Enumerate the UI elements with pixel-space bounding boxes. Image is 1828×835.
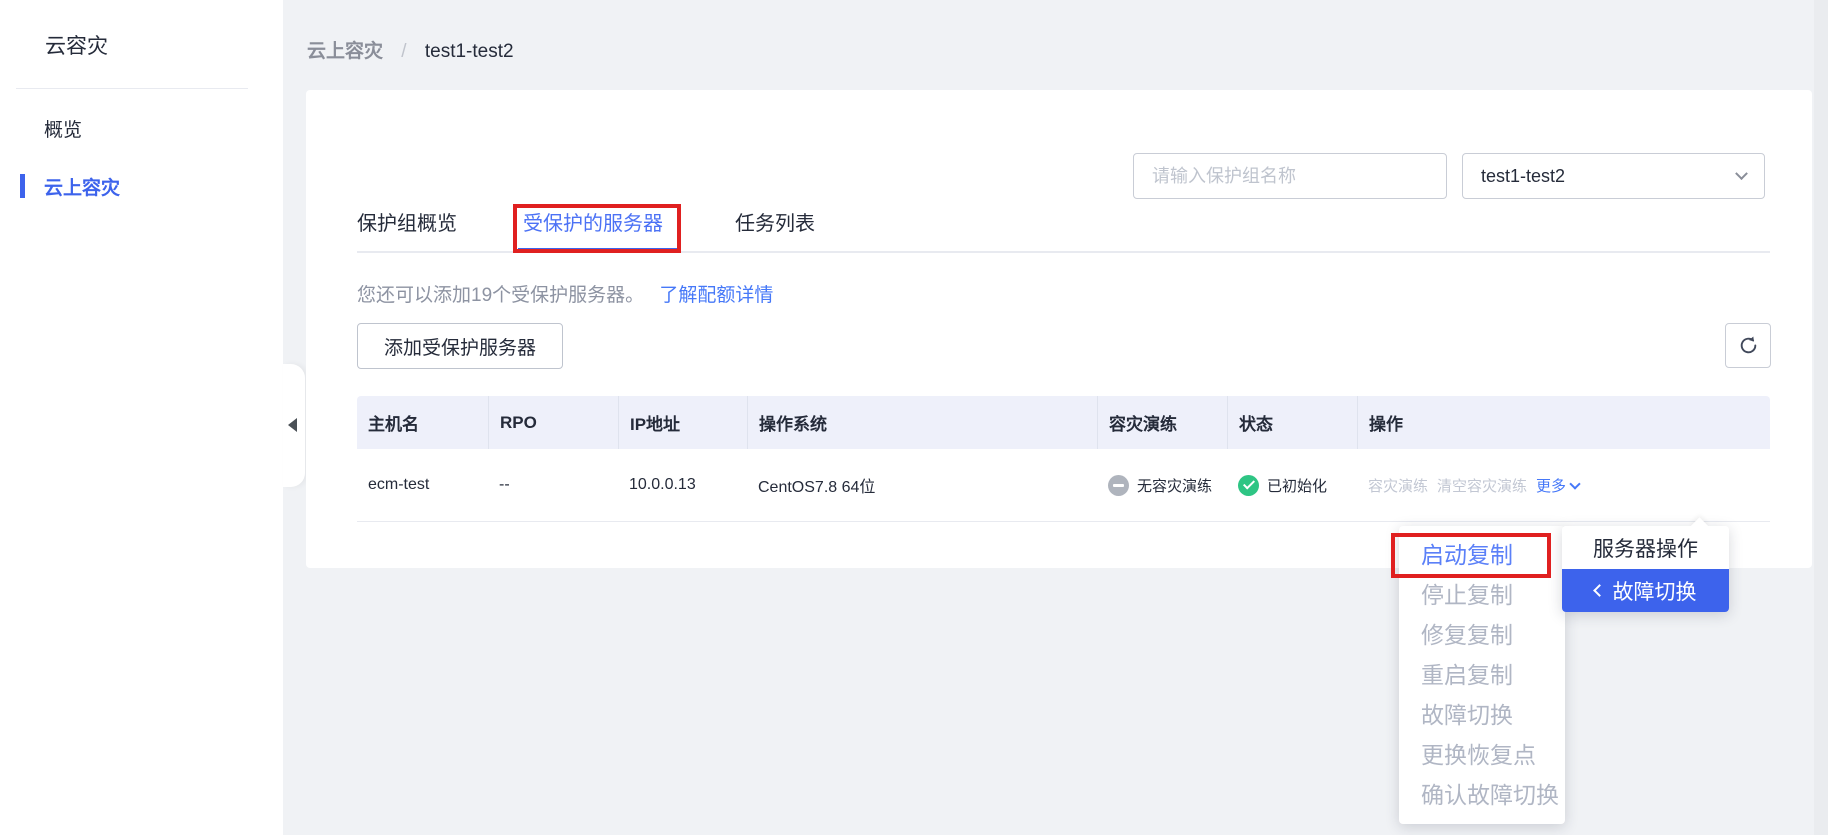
menu-item-server-operation[interactable]: 服务器操作 — [1562, 526, 1729, 569]
column-header-ip: IP地址 — [618, 396, 747, 449]
op-clear-drill-link[interactable]: 清空容灾演练 — [1437, 475, 1527, 496]
table-row: ecm-test -- 10.0.0.13 CentOS7.8 64位 无容灾演… — [357, 449, 1770, 522]
refresh-icon — [1740, 336, 1756, 354]
menu-item-confirm-failover[interactable]: 确认故障切换 — [1399, 775, 1565, 815]
column-header-operation: 操作 — [1357, 396, 1770, 449]
search-input[interactable] — [1133, 153, 1447, 199]
sidebar-collapse-handle[interactable] — [283, 364, 305, 487]
table-header: 主机名 RPO IP地址 操作系统 容灾演练 状态 操作 — [357, 396, 1770, 449]
chevron-left-icon — [1592, 584, 1606, 597]
quota-text: 您还可以添加19个受保护服务器。 — [357, 285, 645, 306]
menu-item-failover[interactable]: 故障切换 — [1399, 695, 1565, 735]
column-header-rpo: RPO — [488, 396, 618, 449]
scrollbar[interactable] — [1814, 0, 1828, 835]
chevron-down-icon — [1569, 477, 1581, 490]
dr-drill-status-label: 无容灾演练 — [1137, 477, 1213, 495]
cell-os: CentOS7.8 64位 — [758, 479, 876, 496]
active-indicator — [20, 174, 25, 198]
menu-item-change-recovery-point[interactable]: 更换恢复点 — [1399, 735, 1565, 775]
tab-protection-group-overview[interactable]: 保护组概览 — [357, 207, 457, 236]
menu-item-failover-label: 故障切换 — [1612, 580, 1697, 604]
column-header-os: 操作系统 — [747, 396, 1097, 449]
sidebar-item-overview[interactable]: 概览 — [44, 115, 82, 142]
menu-item-failover-submenu[interactable]: 故障切换 — [1562, 569, 1729, 612]
cell-operations: 容灾演练 清空容灾演练 更多 — [1357, 449, 1770, 521]
chevron-down-icon — [1735, 166, 1748, 180]
status-label: 已初始化 — [1267, 477, 1328, 495]
page: 云容灾 概览 云上容灾 云上容灾 / test1-test2 test1-tes… — [0, 0, 1828, 835]
breadcrumb-parent[interactable]: 云上容灾 — [307, 41, 383, 62]
op-more-link[interactable]: 更多 — [1536, 475, 1581, 496]
cell-status: 已初始化 — [1227, 449, 1357, 521]
protection-group-select[interactable]: test1-test2 — [1462, 153, 1765, 199]
cell-hostname: ecm-test — [368, 476, 430, 493]
tab-task-list[interactable]: 任务列表 — [735, 207, 815, 236]
sidebar-item-cloud-dr[interactable]: 云上容灾 — [44, 173, 120, 200]
minus-circle-icon — [1108, 474, 1129, 496]
cell-rpo: -- — [499, 476, 510, 493]
column-header-status: 状态 — [1227, 396, 1357, 449]
column-header-dr-drill: 容灾演练 — [1097, 396, 1227, 449]
more-dropdown-menu: 服务器操作 故障切换 — [1562, 517, 1729, 612]
op-more-label: 更多 — [1536, 477, 1567, 495]
op-drill-link[interactable]: 容灾演练 — [1368, 475, 1428, 496]
check-circle-icon — [1238, 474, 1259, 496]
quota-hint: 您还可以添加19个受保护服务器。 了解配额详情 — [357, 280, 773, 307]
column-header-hostname: 主机名 — [368, 415, 419, 434]
menu-item-restart-replication[interactable]: 重启复制 — [1399, 655, 1565, 695]
refresh-button[interactable] — [1725, 323, 1771, 368]
sidebar-title: 云容灾 — [45, 35, 108, 58]
breadcrumb-separator: / — [401, 41, 407, 62]
annotation-box-menu-item — [1391, 533, 1551, 578]
menu-item-repair-replication[interactable]: 修复复制 — [1399, 615, 1565, 655]
breadcrumb-current: test1-test2 — [424, 41, 514, 62]
menu-item-stop-replication[interactable]: 停止复制 — [1399, 575, 1565, 615]
sidebar-divider — [16, 88, 248, 89]
add-protected-server-button[interactable]: 添加受保护服务器 — [357, 323, 563, 369]
sidebar: 云容灾 概览 云上容灾 — [0, 0, 283, 835]
breadcrumb: 云上容灾 / test1-test2 — [307, 36, 514, 63]
protection-group-select-value: test1-test2 — [1481, 165, 1566, 186]
sidebar-collapse-icon — [288, 418, 297, 432]
content-card: test1-test2 保护组概览 受保护的服务器 任务列表 您还可以添加19个… — [306, 90, 1812, 568]
cell-dr-drill: 无容灾演练 — [1097, 449, 1227, 521]
cell-ip: 10.0.0.13 — [629, 476, 696, 493]
annotation-box-tab — [513, 204, 681, 253]
quota-details-link[interactable]: 了解配额详情 — [659, 285, 773, 306]
